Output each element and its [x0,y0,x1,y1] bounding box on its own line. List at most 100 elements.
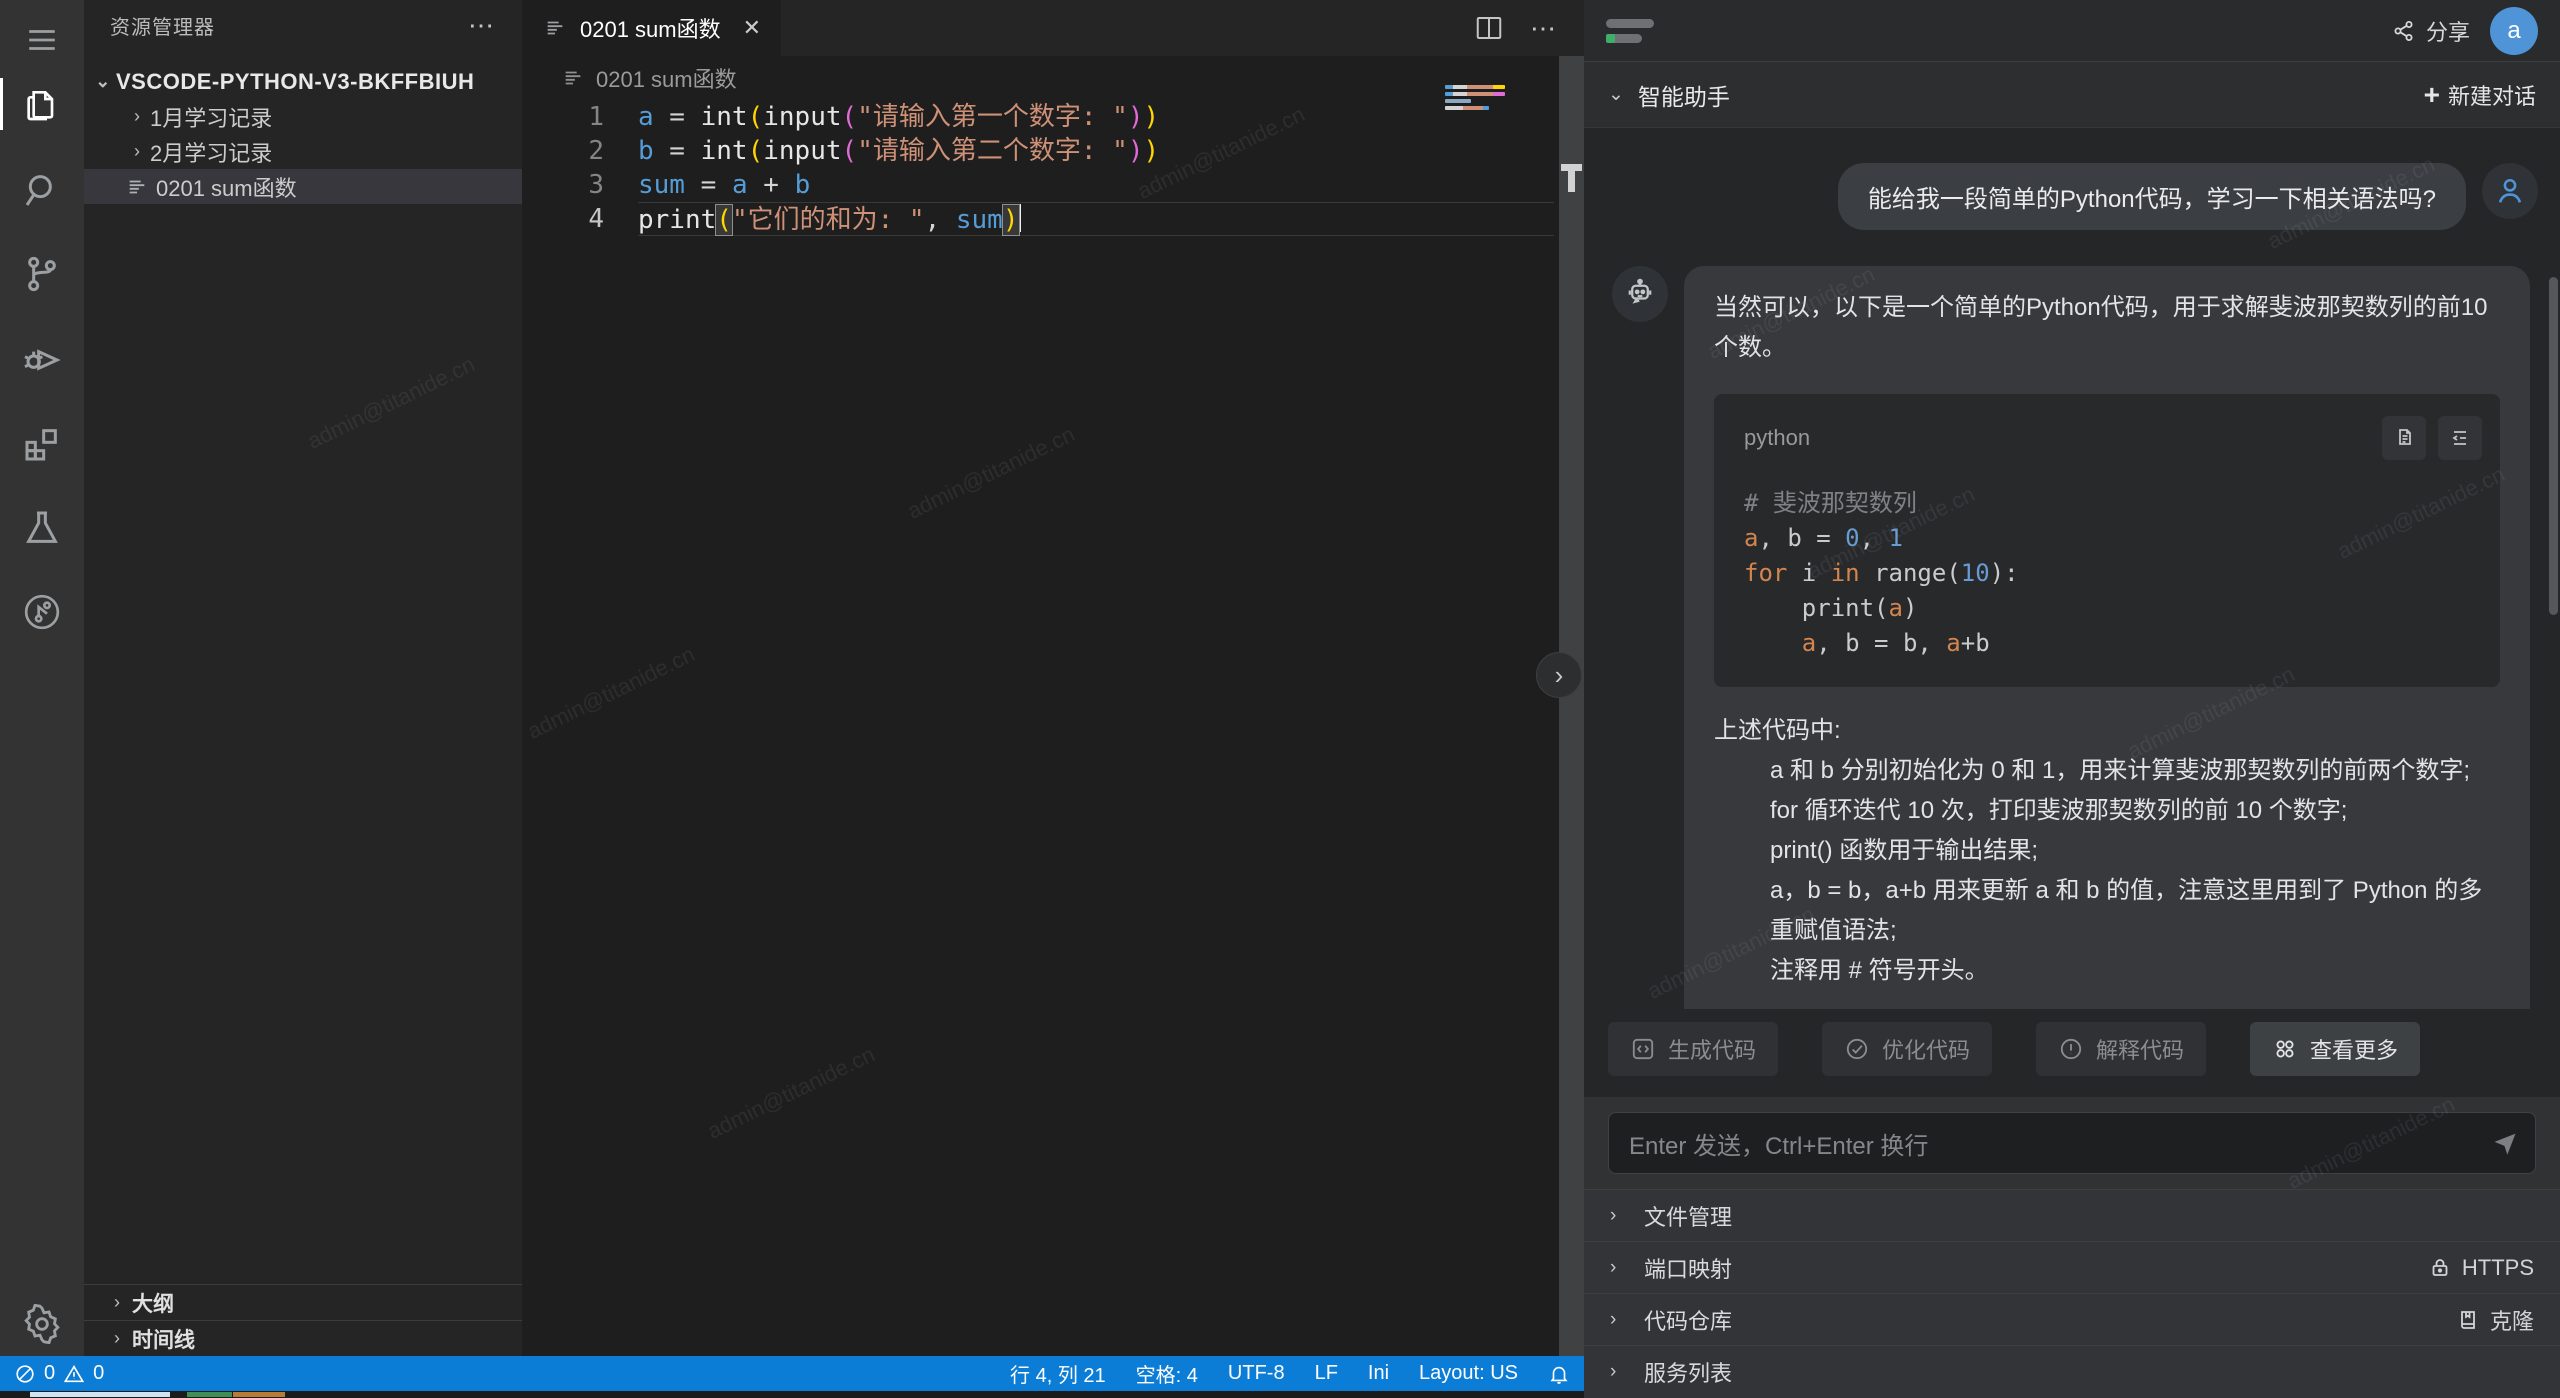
search-icon[interactable] [0,158,84,222]
chevron-right-icon: › [1610,1205,1644,1227]
file-tree: ⌄ VSCODE-PYTHON-V3-BKFFBIUH › 1月学习记录 › 2… [84,64,522,204]
settings-gear-icon[interactable] [0,1292,84,1356]
notifications-bell-icon[interactable] [1548,1363,1570,1385]
chevron-right-icon: › [1610,1309,1644,1331]
code-area[interactable]: 1a = int(input("请输入第一个数字: "))2b = int(in… [522,100,1554,236]
reply-bullet: 注释用 # 符号开头。 [1714,951,2500,991]
file-list-icon [560,67,586,89]
reply-bullet: a，b = b，a+b 用来更新 a 和 b 的值，注意这里用到了 Python… [1714,871,2500,951]
remote-run-icon[interactable] [0,580,84,644]
menu-icon[interactable] [0,8,84,72]
minimap[interactable] [1445,85,1509,113]
explorer-more-icon[interactable]: ⋯ [468,10,496,41]
insert-icon [2448,426,2472,450]
editor-more-icon[interactable]: ⋯ [1530,13,1558,44]
eol[interactable]: LF [1315,1362,1338,1385]
run-debug-icon[interactable] [0,328,84,392]
robot-icon [1623,277,1657,311]
panel-scrollbar[interactable] [2549,277,2558,615]
user-avatar[interactable]: a [2490,7,2538,55]
language-mode[interactable]: Ini [1368,1362,1389,1385]
explorer-sidebar: 资源管理器 ⋯ ⌄ VSCODE-PYTHON-V3-BKFFBIUH › 1月… [84,0,522,1356]
person-icon [2493,174,2527,208]
generate-code-button[interactable]: 生成代码 [1608,1022,1778,1076]
breadcrumb[interactable]: 0201 sum函数 [560,62,737,94]
source-control-icon[interactable] [0,242,84,306]
user-message-bubble: 能给我一段简单的Python代码，学习一下相关语法吗? [1838,163,2466,230]
assistant-title: 智能助手 [1638,78,1730,112]
encoding[interactable]: UTF-8 [1228,1362,1285,1385]
tree-root-folder[interactable]: ⌄ VSCODE-PYTHON-V3-BKFFBIUH [84,64,522,99]
code-icon [1630,1036,1656,1062]
assistant-message-row: 当然可以，以下是一个简单的Python代码，用于求解斐波那契数列的前10个数。 … [1584,230,2560,1009]
chevron-right-icon: › [1610,1257,1644,1279]
file-list-icon [124,176,150,198]
send-icon[interactable] [2491,1129,2519,1157]
tab-close-icon[interactable]: ✕ [743,15,761,41]
test-beaker-icon[interactable] [0,496,84,560]
optimize-code-button[interactable]: 优化代码 [1822,1022,1992,1076]
panel-expand-button[interactable]: › [1536,652,1582,698]
section-code-repository[interactable]: › 代码仓库 克隆 [1584,1293,2560,1345]
chat-input[interactable]: Enter 发送，Ctrl+Enter 换行 [1608,1112,2536,1174]
assistant-message-bubble: 当然可以，以下是一个简单的Python代码，用于求解斐波那契数列的前10个数。 … [1684,266,2530,1009]
panel-top-bar: 分享 a [1584,0,2560,62]
cursor-position[interactable]: 行 4, 列 21 [1010,1359,1106,1388]
chevron-right-icon: › [102,1328,132,1349]
indentation[interactable]: 空格: 4 [1136,1359,1198,1388]
split-editor-icon[interactable] [1474,13,1504,43]
plus-icon: + [2424,79,2440,111]
quick-actions: 生成代码 优化代码 解释代码 查看更多 [1608,1022,2420,1076]
section-service-list[interactable]: › 服务列表 [1584,1345,2560,1397]
errors-count[interactable]: 0 [44,1362,55,1385]
editor-group: 0201 sum函数 ✕ ⋯ 0201 sum函数 1a = int(input… [522,0,1584,1356]
reply-bullet: for 循环迭代 10 次，打印斐波那契数列的前 10 个数字; [1714,791,2500,831]
assistant-header: ⌄ 智能助手 + 新建对话 [1584,62,2560,128]
taskbar-sliver [0,1391,1584,1398]
extensions-icon[interactable] [0,412,84,476]
https-action[interactable]: HTTPS [2428,1255,2534,1281]
ai-assistant-panel: 分享 a ⌄ 智能助手 + 新建对话 能给我一段简单的Python代码，学习一下… [1584,0,2560,1398]
warnings-count[interactable]: 0 [93,1362,104,1385]
bot-avatar [1612,266,1668,322]
editor-scrollbar[interactable] [1559,56,1584,1356]
workspace-menu-icon[interactable] [1606,19,1658,43]
chevron-down-icon[interactable]: ⌄ [1608,83,1624,106]
chevron-right-icon: › [124,106,150,127]
clone-action[interactable]: 克隆 [2456,1304,2534,1336]
timeline-section[interactable]: › 时间线 [84,1320,522,1356]
reply-intro: 当然可以，以下是一个简单的Python代码，用于求解斐波那契数列的前10个数。 [1714,288,2500,368]
code-language-label: python [1744,418,1810,458]
tree-folder-feb[interactable]: › 2月学习记录 [84,134,522,169]
chat-code-lines: # 斐波那契数列a, b = 0, 1for i in range(10): p… [1714,470,2500,661]
explorer-icon[interactable] [0,72,84,136]
grid-icon [2272,1036,2298,1062]
copy-code-button[interactable] [2382,416,2426,460]
status-bar: 0 0 行 4, 列 21 空格: 4 UTF-8 LF Ini Layout:… [0,1356,1584,1391]
tree-file-0201[interactable]: 0201 sum函数 [84,169,522,204]
explain-code-button[interactable]: 解释代码 [2036,1022,2206,1076]
file-list-icon [542,17,568,39]
tab-0201-sum[interactable]: 0201 sum函数 ✕ [522,0,781,56]
check-circle-icon [1844,1036,1870,1062]
user-message-row: 能给我一段简单的Python代码，学习一下相关语法吗? [1584,129,2560,230]
copy-icon [2392,426,2416,450]
insert-code-button[interactable] [2438,416,2482,460]
activity-bar [0,0,84,1356]
section-port-mapping[interactable]: › 端口映射 HTTPS [1584,1241,2560,1293]
tab-bar: 0201 sum函数 ✕ ⋯ [522,0,1584,56]
explorer-title: 资源管理器 [110,11,215,40]
section-file-management[interactable]: › 文件管理 [1584,1189,2560,1241]
share-button[interactable]: 分享 [2392,15,2470,47]
panel-sections: › 文件管理 › 端口映射 HTTPS › 代码仓库 克隆 › [1584,1189,2560,1398]
outline-section[interactable]: › 大纲 [84,1284,522,1320]
tree-folder-jan[interactable]: › 1月学习记录 [84,99,522,134]
keyboard-layout[interactable]: Layout: US [1419,1362,1518,1385]
chat-input-placeholder: Enter 发送，Ctrl+Enter 换行 [1629,1126,1928,1161]
chevron-right-icon: › [102,1292,132,1313]
view-more-button[interactable]: 查看更多 [2250,1022,2420,1076]
new-chat-button[interactable]: + 新建对话 [2424,79,2536,111]
lock-icon [2428,1256,2452,1280]
user-chat-avatar [2482,163,2538,219]
reply-bullet: print() 函数用于输出结果; [1714,831,2500,871]
